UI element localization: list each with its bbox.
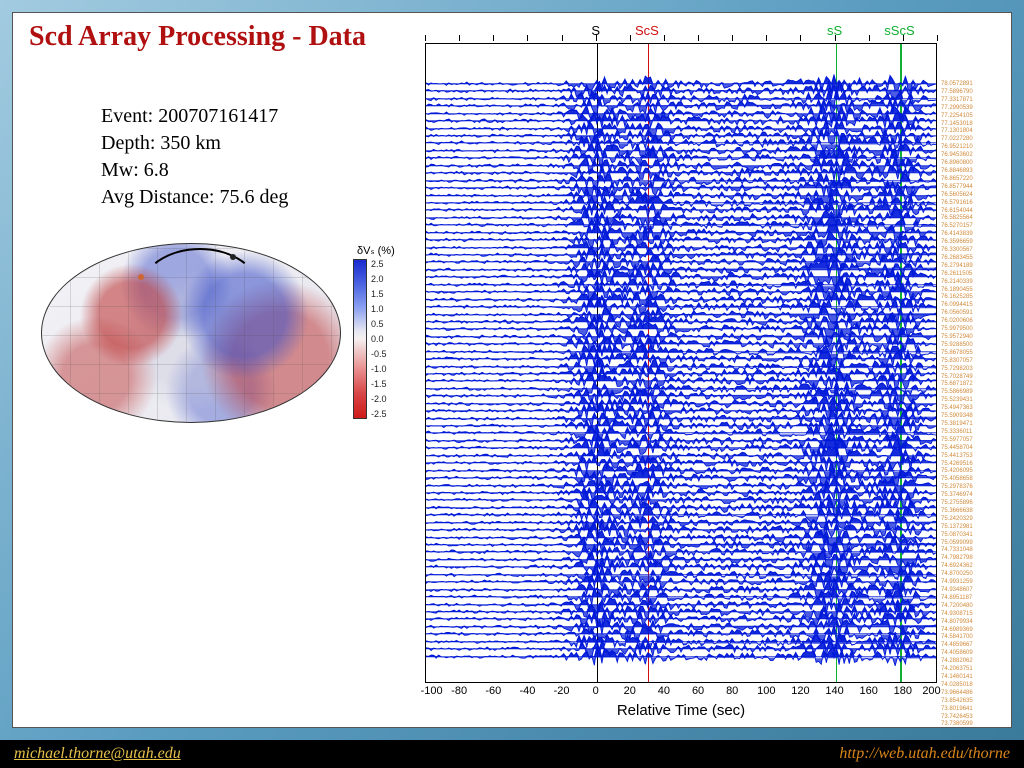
event-id: Event: 200707161417 xyxy=(101,103,288,130)
footer-url[interactable]: http://web.utah.edu/thorne xyxy=(839,745,1010,763)
x-tick: 160 xyxy=(860,685,878,697)
velocity-colorbar: δVₛ (%) 2.5 2.0 1.5 1.0 0.5 0.0 -0.5 -1.0 -1.5 -2… xyxy=(353,245,423,425)
x-tick: 180 xyxy=(894,685,912,697)
raypath-arc xyxy=(140,248,260,318)
station-marker xyxy=(230,254,236,260)
event-depth: Depth: 350 km xyxy=(101,130,288,157)
colorbar-tick: -1.0 xyxy=(371,364,387,374)
colorbar-tick: 1.5 xyxy=(371,289,387,299)
trace-stack xyxy=(426,44,936,682)
x-tick: 120 xyxy=(791,685,809,697)
x-tick: 140 xyxy=(825,685,843,697)
tomography-globe xyxy=(41,243,341,423)
trace-distance-list: 78.0572891 77.5896790 77.3317871 77.2990… xyxy=(941,81,973,728)
x-tick: 20 xyxy=(624,685,636,697)
x-tick: 80 xyxy=(726,685,738,697)
colorbar-tick: -0.5 xyxy=(371,349,387,359)
event-distance: Avg Distance: 75.6 deg xyxy=(101,184,288,211)
phase-label-ScS: ScS xyxy=(635,23,659,38)
colorbar-tick: 2.5 xyxy=(371,259,387,269)
globe-map xyxy=(41,243,341,433)
x-axis-label: Relative Time (sec) xyxy=(425,702,937,719)
event-mw: Mw: 6.8 xyxy=(101,157,288,184)
top-ticks xyxy=(425,35,937,43)
x-tick: 200 xyxy=(922,685,940,697)
x-tick: -80 xyxy=(451,685,467,697)
colorbar-tick: 0.5 xyxy=(371,319,387,329)
colorbar-strip xyxy=(353,259,367,419)
x-tick: 0 xyxy=(593,685,599,697)
phase-label-S: S xyxy=(591,23,600,38)
x-tick: -60 xyxy=(485,685,501,697)
trace-row xyxy=(426,647,936,667)
colorbar-tick: 1.0 xyxy=(371,304,387,314)
colorbar-tick: 0.0 xyxy=(371,334,387,344)
colorbar-tick: -2.5 xyxy=(371,409,387,419)
x-ticks: -100-80-60-40-20020406080100120140160180… xyxy=(425,685,937,699)
x-tick: 100 xyxy=(757,685,775,697)
colorbar-tick: 2.0 xyxy=(371,274,387,284)
event-marker xyxy=(138,274,144,280)
footer-bar: michael.thorne@utah.edu http://web.utah.… xyxy=(0,740,1024,768)
event-info: Event: 200707161417 Depth: 350 km Mw: 6.… xyxy=(101,103,288,211)
seismogram-axes xyxy=(425,43,937,683)
x-tick: 60 xyxy=(692,685,704,697)
colorbar-tick: -2.0 xyxy=(371,394,387,404)
colorbar-title: δVₛ (%) xyxy=(357,244,395,257)
page-title: Scd Array Processing - Data xyxy=(29,21,366,53)
colorbar-ticks: 2.5 2.0 1.5 1.0 0.5 0.0 -0.5 -1.0 -1.5 -2.0 -2.5 xyxy=(367,259,387,419)
phase-label-sScS: sScS xyxy=(884,23,914,38)
x-tick: -20 xyxy=(554,685,570,697)
seismogram-panel: S ScS sS sScS -100 -80 -60 -40 -20 0 20 40 60 80 100 1… xyxy=(421,21,989,721)
x-tick: -100 xyxy=(421,685,443,697)
footer-email[interactable]: michael.thorne@utah.edu xyxy=(14,745,181,763)
phase-label-sS: sS xyxy=(827,23,842,38)
x-tick: -40 xyxy=(519,685,535,697)
colorbar-tick: -1.5 xyxy=(371,379,387,389)
x-tick: 40 xyxy=(658,685,670,697)
